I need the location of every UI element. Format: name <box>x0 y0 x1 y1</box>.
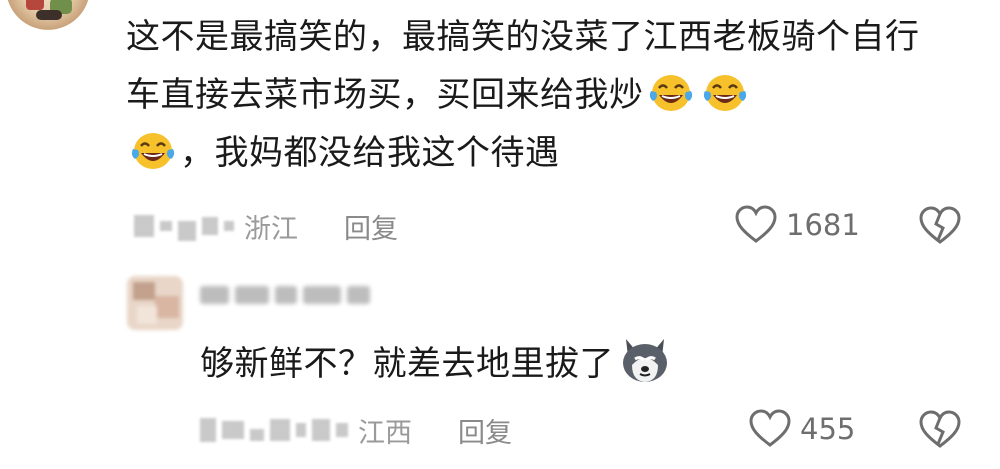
laughing-crying-emoji-icon <box>649 75 692 111</box>
laughing-crying-emoji-icon <box>703 75 746 111</box>
user-avatar[interactable] <box>6 0 90 30</box>
reply-button[interactable]: 回复 <box>344 207 398 246</box>
heart-icon[interactable] <box>734 205 778 245</box>
laughing-crying-emoji-icon <box>131 133 175 169</box>
heart-icon[interactable] <box>748 409 792 449</box>
husky-dog-emoji-icon <box>623 339 667 382</box>
reply-text-content: 够新鲜不？就差去地里拔了 <box>200 344 614 384</box>
like-count: 455 <box>800 412 856 446</box>
comment-text-part2: ，我妈都没给我这个待遇 <box>180 133 560 173</box>
comment-meta: 浙江 回复 <box>134 206 398 246</box>
like-group: 455 <box>748 409 855 449</box>
username-blurred[interactable] <box>134 211 234 241</box>
reply-button[interactable]: 回复 <box>458 411 512 450</box>
reply-username-blurred[interactable] <box>200 280 370 310</box>
ip-region: 浙江 <box>244 213 298 245</box>
reply-meta: 江西 回复 <box>200 410 512 450</box>
comment-thread: 这不是最搞笑的，最搞笑的没菜了江西老板骑个自行车直接去菜市场买，买回来给我炒 ，… <box>0 0 1000 469</box>
comment-text-part1: 这不是最搞笑的，最搞笑的没菜了江西老板骑个自行车直接去菜市场买，买回来给我炒 <box>126 17 920 115</box>
ip-region: 江西 <box>358 417 412 449</box>
like-group: 1681 <box>734 205 860 245</box>
dislike-broken-heart-icon[interactable] <box>918 410 962 450</box>
reply-user-avatar[interactable] <box>127 276 183 330</box>
dislike-broken-heart-icon[interactable] <box>918 206 962 246</box>
reply-username-small-blurred[interactable] <box>200 418 348 442</box>
reply-text: 够新鲜不？就差去地里拔了 <box>200 335 672 389</box>
comment-text: 这不是最搞笑的，最搞笑的没菜了江西老板骑个自行车直接去菜市场买，买回来给我炒 ，… <box>126 8 946 182</box>
like-count: 1681 <box>786 208 860 242</box>
